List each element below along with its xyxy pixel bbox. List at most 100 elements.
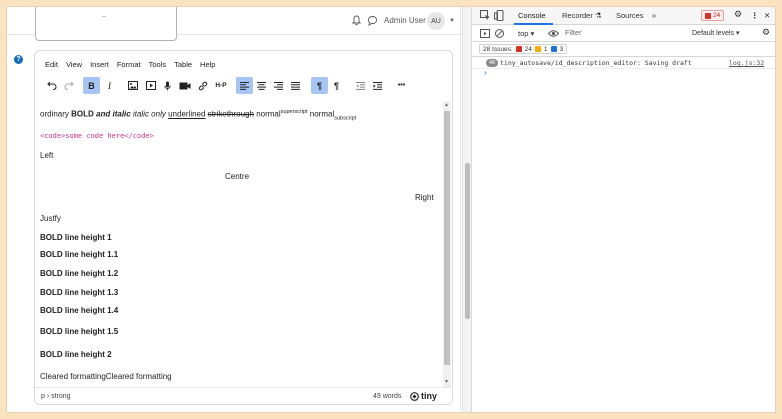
tiny-logo[interactable]: tiny — [410, 391, 437, 401]
issues-warnings: 1 — [543, 45, 548, 53]
avatar[interactable]: AU — [427, 12, 445, 30]
devtools-tabbar: Console Recorder ⚗ Sources » 24 ⚙ ⋮ ✕ — [472, 7, 775, 25]
editor-scrollbar[interactable]: ▲ ▼ — [443, 101, 451, 387]
align-left-icon — [240, 81, 249, 90]
normal-text: normal — [256, 109, 281, 119]
formatting-line: ordinary BOLD and italic italic only und… — [40, 109, 356, 121]
more-tabs-button[interactable]: » — [652, 11, 656, 20]
ltr-button[interactable]: ¶ — [311, 77, 328, 94]
menu-view[interactable]: View — [66, 60, 82, 69]
align-justify-icon — [291, 81, 300, 90]
menu-table[interactable]: Table — [174, 60, 192, 69]
h5p-button[interactable]: H-P — [211, 77, 231, 94]
italic-text: italic only — [132, 109, 166, 119]
image-button[interactable] — [124, 77, 141, 94]
link-icon — [198, 81, 207, 90]
bold-line-2: BOLD line height 2 — [40, 350, 112, 359]
error-icon — [705, 12, 711, 19]
page-scrollbar[interactable] — [462, 7, 472, 412]
redo-icon — [63, 81, 74, 90]
record-audio-button[interactable] — [159, 77, 176, 94]
superscript-text: superscript — [280, 109, 308, 115]
normal-text-2: normal — [309, 109, 335, 119]
tab-recorder[interactable]: Recorder ⚗ — [562, 11, 602, 20]
issues-button[interactable]: 28 Issues: 24 1 3 — [479, 44, 568, 54]
context-select[interactable]: top ▾ — [518, 29, 534, 38]
console-settings-icon[interactable]: ⚙ — [762, 27, 770, 38]
media-button[interactable] — [142, 77, 159, 94]
log-message: tiny_autosave/id_description_editor: Sav… — [500, 59, 692, 67]
menu-edit[interactable]: Edit — [45, 60, 58, 69]
indent-button[interactable] — [369, 77, 386, 94]
word-count[interactable]: 49 words — [373, 393, 401, 400]
tiny-logo-icon — [410, 391, 419, 401]
bold-button[interactable]: B — [83, 77, 100, 94]
scroll-up-icon[interactable]: ▲ — [444, 102, 449, 108]
microphone-icon — [164, 81, 171, 90]
filter-input[interactable]: Filter — [565, 28, 582, 37]
rtl-button[interactable]: ¶ — [328, 77, 345, 94]
bell-icon[interactable] — [352, 15, 361, 26]
kebab-menu-icon[interactable]: ⋮ — [751, 11, 759, 20]
inspect-element-icon[interactable] — [480, 10, 491, 21]
outdent-icon — [356, 81, 365, 90]
eye-icon[interactable] — [548, 28, 559, 39]
close-icon[interactable]: ✕ — [764, 11, 770, 20]
help-icon[interactable]: ? — [14, 55, 23, 64]
chat-icon[interactable] — [367, 15, 378, 26]
image-icon — [127, 81, 138, 90]
page-area: Admin User AU ▼ ? Edit View Insert Forma… — [7, 7, 462, 412]
issues-errors: 24 — [524, 45, 532, 53]
previous-field[interactable] — [35, 7, 177, 41]
editor-menubar: Edit View Insert Format Tools Table Help — [45, 60, 223, 69]
console-prompt[interactable]: › — [484, 68, 487, 77]
tab-recorder-label: Recorder — [562, 11, 593, 20]
redo-button[interactable] — [60, 77, 77, 94]
log-source-link[interactable]: log.js:32 — [729, 59, 764, 67]
menu-help[interactable]: Help — [200, 60, 215, 69]
align-center-button[interactable] — [253, 77, 270, 94]
undo-button[interactable] — [43, 77, 60, 94]
centered-line: Centre — [225, 172, 250, 181]
error-count-badge[interactable]: 24 — [701, 10, 725, 21]
italic-button[interactable]: I — [101, 77, 118, 94]
tab-sources[interactable]: Sources — [616, 11, 644, 20]
log-levels-select[interactable]: Default levels ▾ — [692, 29, 739, 37]
device-toolbar-icon[interactable] — [494, 10, 505, 21]
outdent-button[interactable] — [352, 77, 369, 94]
flask-icon: ⚗ — [594, 11, 602, 20]
editor-scroll-thumb[interactable] — [444, 111, 450, 365]
element-path[interactable]: p › strong — [41, 393, 71, 400]
user-name[interactable]: Admin User — [384, 16, 426, 25]
browser-window: Admin User AU ▼ ? Edit View Insert Forma… — [6, 6, 776, 413]
record-video-button[interactable] — [176, 77, 193, 94]
bold-italic-text: and italic — [96, 109, 131, 119]
align-left-button[interactable] — [236, 77, 253, 94]
divider — [460, 7, 461, 412]
clear-console-icon[interactable] — [494, 28, 505, 39]
ordinary-text: ordinary — [40, 109, 72, 119]
video-camera-icon — [179, 82, 190, 89]
editor-content[interactable]: ordinary BOLD and italic italic only und… — [35, 101, 443, 381]
sidebar-toggle-icon[interactable] — [480, 28, 491, 39]
bold-line-1-4: BOLD line height 1.4 — [40, 306, 119, 315]
align-right-button[interactable] — [270, 77, 287, 94]
error-count: 24 — [713, 12, 721, 19]
link-button[interactable] — [194, 77, 211, 94]
context-value: top — [518, 29, 529, 38]
scroll-down-icon[interactable]: ▼ — [444, 379, 449, 385]
underlined-text: underlined — [168, 109, 206, 119]
issues-info: 3 — [559, 45, 564, 53]
justify-button[interactable] — [287, 77, 304, 94]
justified-line: Justfy — [40, 214, 61, 223]
more-button[interactable]: ••• — [393, 77, 410, 94]
menu-format[interactable]: Format — [117, 60, 141, 69]
tab-console[interactable]: Console — [518, 11, 546, 20]
page-scroll-thumb[interactable] — [465, 163, 470, 319]
repeat-count-badge: 48 — [486, 59, 499, 67]
align-center-icon — [257, 81, 266, 90]
chevron-down-icon[interactable]: ▼ — [449, 18, 455, 24]
menu-tools[interactable]: Tools — [149, 60, 167, 69]
gear-icon[interactable]: ⚙ — [734, 9, 742, 20]
menu-insert[interactable]: Insert — [90, 60, 109, 69]
